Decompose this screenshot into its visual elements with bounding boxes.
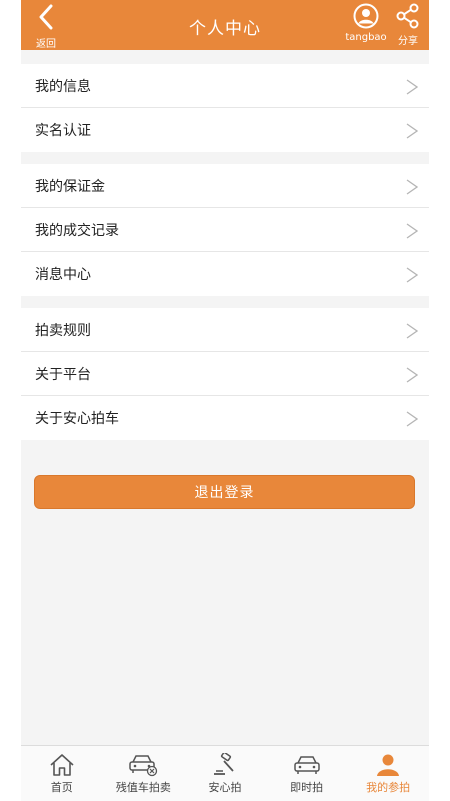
top-bar: 返回 个人中心 tangbao 分享 [21,0,429,50]
menu-item-messages[interactable]: 消息中心 [21,252,429,296]
damaged-car-icon [129,755,158,777]
person-icon [377,754,400,776]
menu-item-label: 实名认证 [35,123,91,139]
tab-label: 我的参拍 [366,781,411,794]
tab-label: 残值车拍卖 [115,781,171,794]
menu-item-label: 关于安心拍车 [35,411,119,427]
menu-item-deposit[interactable]: 我的保证金 [21,164,429,208]
menu-item-verification[interactable]: 实名认证 [21,108,429,152]
tab-damaged-car-auction[interactable]: 残值车拍卖 [103,746,185,801]
menu-item-label: 拍卖规则 [35,322,91,339]
menu-group-account: 我的信息 实名认证 [21,64,429,152]
username-label: tangbao [345,32,387,43]
menu-item-auction-rules[interactable]: 拍卖规则 [21,308,429,352]
menu-item-label: 我的信息 [35,78,91,95]
user-profile-button[interactable]: tangbao [343,3,389,43]
car-icon [293,756,320,774]
tab-home[interactable]: 首页 [21,746,103,801]
tab-instant-auction[interactable]: 即时拍 [266,746,348,801]
menu-item-about-platform[interactable]: 关于平台 [21,352,429,396]
menu-item-label: 消息中心 [35,267,91,283]
chevron-right-icon [406,123,418,139]
chevron-right-icon [406,79,418,95]
menu-item-my-info[interactable]: 我的信息 [21,64,429,108]
home-icon [50,754,74,776]
tab-secure-auction[interactable]: 安心拍 [184,746,266,801]
logout-button[interactable]: 退出登录 [34,475,415,509]
share-button[interactable]: 分享 [393,3,423,47]
user-avatar-icon [353,3,379,29]
tab-my-bids[interactable]: 我的参拍 [347,746,429,801]
tab-label: 首页 [50,781,73,794]
share-label: 分享 [398,36,418,47]
menu-item-label: 我的保证金 [35,178,105,195]
gavel-icon [213,753,234,775]
menu-item-label: 关于平台 [35,366,91,383]
tab-label: 安心拍 [208,781,242,794]
chevron-right-icon [406,179,418,195]
chevron-right-icon [406,411,418,427]
chevron-right-icon [406,267,418,283]
tab-label: 即时拍 [290,781,324,794]
menu-group-about: 拍卖规则 关于平台 关于安心拍车 [21,308,429,440]
share-icon [396,3,419,29]
menu-item-transactions[interactable]: 我的成交记录 [21,208,429,252]
chevron-right-icon [406,367,418,383]
menu-item-about-app[interactable]: 关于安心拍车 [21,396,429,440]
menu-group-records: 我的保证金 我的成交记录 消息中心 [21,164,429,296]
menu-item-label: 我的成交记录 [35,222,119,239]
bottom-tab-bar: 首页 残值车拍卖 安心拍 即时拍 我的参拍 [21,745,429,801]
chevron-right-icon [406,223,418,239]
chevron-right-icon [406,323,418,339]
